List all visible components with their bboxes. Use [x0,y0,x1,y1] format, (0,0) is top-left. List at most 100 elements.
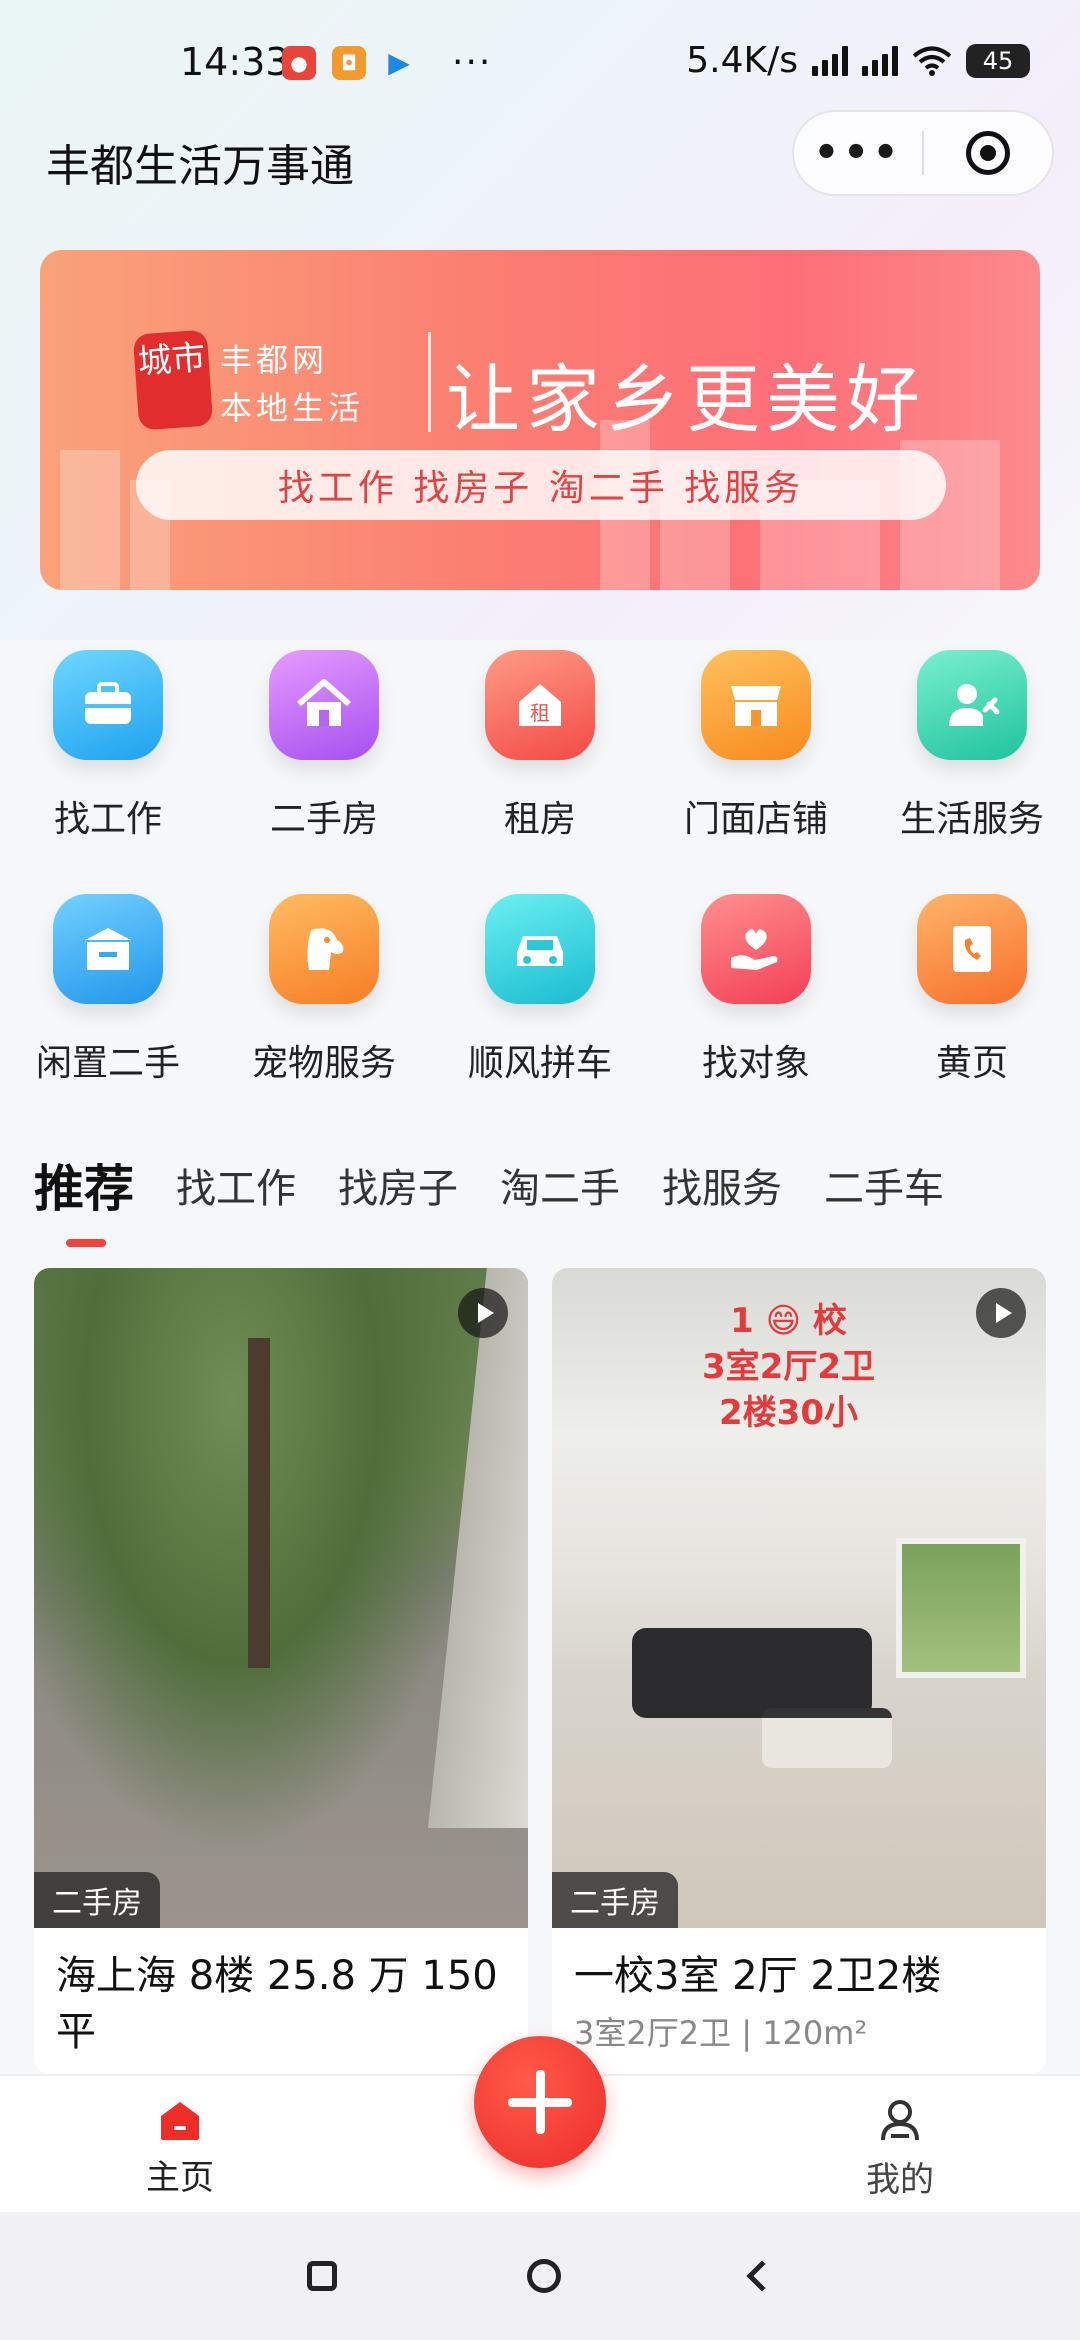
category-label: 生活服务 [899,799,1044,840]
promo-banner[interactable]: 城市 丰都网 本地生活 让家乡更美好 找工作 找房子 淘二手 找服务 [40,250,1040,590]
app-notification-icon: ● [282,45,316,80]
category-label: 二手房 [269,799,378,840]
banner-slogan: 让家乡更美好 [446,357,926,443]
banner-services-pill: 找工作 找房子 淘二手 找服务 [136,450,946,520]
brand-name: 丰都网 本地生活 [220,336,364,432]
category-pet-service[interactable]: 宠物服务 [216,884,432,1128]
status-bar: 14:33 ● ◘ ▶ ··· 5.4K/s 45 [0,0,1080,120]
banner-divider [428,332,431,432]
nav-home[interactable]: 主页 [130,2098,230,2199]
tab-find-service[interactable]: 找服务 [662,1156,782,1214]
category-label: 闲置二手 [35,1043,180,1084]
more-options-button[interactable]: ••• [794,130,922,176]
photo-overlay-line: 2楼30小 [719,1393,858,1433]
status-time: 14:33 [180,40,290,84]
category-label: 黄页 [935,1043,1008,1084]
service-worker-icon [917,650,1027,760]
svg-text:租: 租 [530,701,550,725]
nav-profile-label: 我的 [866,2160,934,2200]
category-grid: 找工作 二手房 租 租房 门面店铺 生活服务 闲置二手 宠物服务 顺风拼车 找对… [0,640,1080,1128]
storefront-icon [701,650,811,760]
feed-tabs: 推荐 找工作 找房子 淘二手 找服务 二手车 [0,1140,1080,1247]
battery-icon: 45 [966,43,1030,78]
phonebook-icon [917,894,1027,1004]
category-find-job[interactable]: 找工作 [0,640,216,884]
tab-find-job[interactable]: 找工作 [176,1156,296,1214]
category-row: 闲置二手 宠物服务 顺风拼车 找对象 黄页 [0,884,1080,1128]
photo-overlay-line: 3室2厅2卫 [702,1347,875,1387]
category-label: 宠物服务 [251,1043,396,1084]
recent-apps-icon[interactable] [307,2261,337,2291]
play-video-icon[interactable] [976,1288,1026,1338]
system-navigation-bar [0,2212,1080,2340]
back-icon[interactable] [746,2260,778,2292]
category-yellow-pages[interactable]: 黄页 [864,884,1080,1128]
category-life-service[interactable]: 生活服务 [864,640,1080,884]
home-icon [161,2102,199,2140]
tab-second-hand[interactable]: 淘二手 [500,1156,620,1214]
more-notifications-icon: ··· [452,42,493,83]
photo-window [896,1538,1026,1678]
notification-icons: ● ◘ ▶ ··· [282,42,492,83]
listing-title: 一校3室 2厅 2卫2楼 [574,1953,942,1999]
network-speed: 5.4K/s [686,40,798,81]
category-idle-second-hand[interactable]: 闲置二手 [0,884,216,1128]
listing-photo: 1 😄 校 3室2厅2卫 2楼30小 二手房 [552,1268,1046,1928]
category-find-partner[interactable]: 找对象 [648,884,864,1128]
listing-photo: 二手房 [34,1268,528,1928]
nav-profile[interactable]: 我的 [850,2098,950,2201]
tab-used-car[interactable]: 二手车 [824,1156,944,1214]
nav-home-label: 主页 [146,2158,214,2198]
category-carpool[interactable]: 顺风拼车 [432,884,648,1128]
category-label: 找工作 [53,799,162,840]
listing-title: 海上海 8楼 25.8 万 150平 [56,1953,498,2055]
box-icon [53,894,163,1004]
video-app-icon: ▶ [388,46,410,79]
tab-find-house[interactable]: 找房子 [338,1156,458,1214]
photo-wall [428,1268,528,1828]
category-label: 顺风拼车 [467,1043,612,1084]
play-video-icon[interactable] [458,1288,508,1338]
target-icon [965,131,1010,175]
app-notification-icon: ◘ [332,45,366,80]
page-title: 丰都生活万事通 [46,141,354,192]
listing-subtitle: 3室2厅2卫 | 120m² [574,2014,868,2052]
rent-icon: 租 [485,650,595,760]
listing-card[interactable]: 1 😄 校 3室2厅2卫 2楼30小 二手房 一校3室 2厅 2卫2楼 3室2厅… [552,1268,1046,2074]
heart-hand-icon [701,894,811,1004]
publish-plus-button[interactable] [474,2036,606,2168]
category-second-hand-house[interactable]: 二手房 [216,640,432,884]
house-icon [269,650,379,760]
photo-overlay-line: 1 😄 校 [730,1301,847,1341]
brand-line-1: 丰都网 [220,341,329,379]
photo-sofa [632,1628,872,1718]
category-label: 租房 [503,799,576,840]
signal-icon [812,45,848,76]
brand-seal-logo: 城市 [132,329,214,431]
category-row: 找工作 二手房 租 租房 门面店铺 生活服务 [0,640,1080,884]
listing-card[interactable]: 二手房 海上海 8楼 25.8 万 150平 [34,1268,528,2074]
category-storefront[interactable]: 门面店铺 [648,640,864,884]
dog-icon [269,894,379,1004]
tab-recommended[interactable]: 推荐 [34,1149,134,1247]
listing-feed: 二手房 海上海 8楼 25.8 万 150平 1 😄 校 3室2厅2卫 2楼30… [34,1268,1046,2074]
app-header: 丰都生活万事通 ••• [0,110,1080,220]
photo-tree [248,1338,270,1668]
listing-category-tag: 二手房 [34,1872,160,1928]
briefcase-icon [53,650,163,760]
status-right: 5.4K/s 45 [686,40,1030,81]
home-circle-icon[interactable] [527,2259,561,2293]
brand-line-2: 本地生活 [220,389,365,427]
category-rent[interactable]: 租 租房 [432,640,648,884]
car-icon [485,894,595,1004]
miniprogram-capsule: ••• [792,110,1054,196]
signal-icon [862,45,898,76]
close-miniprogram-button[interactable] [924,131,1052,175]
category-label: 门面店铺 [683,799,828,840]
photo-table [762,1708,892,1768]
photo-overlay-text: 1 😄 校 3室2厅2卫 2楼30小 [702,1298,875,1436]
category-label: 找对象 [701,1043,810,1084]
listing-category-tag: 二手房 [552,1872,678,1928]
wifi-icon [912,46,952,76]
user-icon [881,2100,919,2141]
